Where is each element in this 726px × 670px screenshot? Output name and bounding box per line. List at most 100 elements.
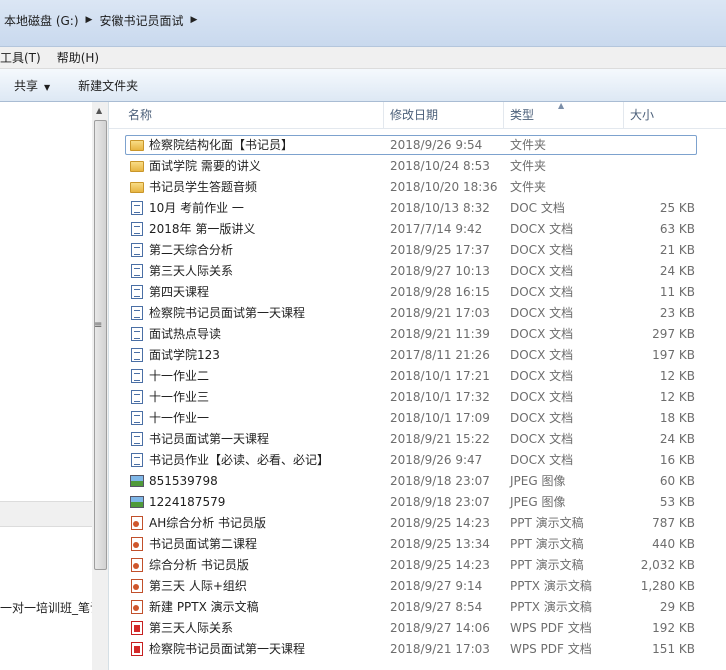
dropdown-arrow-icon: ▼ [44,82,51,92]
breadcrumb-drive[interactable]: 本地磁盘 (G:) [0,12,83,29]
file-row[interactable]: 851539798 2018/9/18 23:07 JPEG 图像 60 KB [109,471,726,492]
file-size: 297 KB [652,327,695,341]
file-name: 书记员面试第一天课程 [149,432,270,446]
nav-scrollbar[interactable]: ▲ ≡ [92,102,108,670]
column-date[interactable]: 修改日期 [384,102,504,128]
file-row[interactable]: 检察院结构化面【书记员】 2018/9/26 9:54 文件夹 [109,135,726,156]
file-row[interactable]: 10月 考前作业 一 2018/10/13 8:32 DOC 文档 25 KB [109,198,726,219]
file-row[interactable]: 综合分析 书记员版 2018/9/25 14:23 PPT 演示文稿 2,032 KB [109,555,726,576]
chevron-right-icon[interactable]: ▶ [83,15,96,25]
file-name: 1224187579 [149,495,226,509]
file-row[interactable]: 十一作业三 2018/10/1 17:32 DOCX 文档 12 KB [109,387,726,408]
file-size: 11 KB [659,285,695,299]
image-icon [130,474,146,490]
file-size: 12 KB [659,369,695,383]
file-date: 2018/9/26 9:54 [390,138,483,152]
file-date: 2018/9/27 10:13 [390,264,490,278]
command-bar: 共享 ▼ 新建文件夹 [0,69,726,102]
file-type: DOCX 文档 [510,222,574,236]
file-size: 29 KB [659,600,695,614]
address-bar[interactable]: 本地磁盘 (G:) ▶ 安徽书记员面试 ▶ [0,0,726,47]
file-type: 文件夹 [510,159,547,173]
file-row[interactable]: 书记员作业【必读、必看、必记】 2018/9/26 9:47 DOCX 文档 16 K… [109,450,726,471]
file-size: 25 KB [659,201,695,215]
file-row[interactable]: 新建 PPTX 演示文稿 2018/9/27 8:54 PPTX 演示文稿 29 KB [109,597,726,618]
folder-icon [130,180,146,196]
new-folder-button[interactable]: 新建文件夹 [64,77,152,94]
file-row[interactable]: 面试学院 需要的讲义 2018/10/24 8:53 文件夹 [109,156,726,177]
word-doc-icon [130,222,146,238]
file-row[interactable]: AH综合分析 书记员版 2018/9/25 14:23 PPT 演示文稿 787 KB [109,513,726,534]
file-size: 16 KB [659,453,695,467]
file-name: 十一作业三 [149,390,210,404]
file-name: 第三天 人际+组织 [149,579,247,593]
file-date: 2018/9/21 17:03 [390,306,490,320]
word-doc-icon [130,348,146,364]
ppt-icon [130,537,146,553]
sort-ascending-icon: ▲ [558,101,565,110]
file-row[interactable]: 第三天人际关系 2018/9/27 14:06 WPS PDF 文档 192 KB [109,618,726,639]
file-row[interactable]: 第三天人际关系 2018/9/27 10:13 DOCX 文档 24 KB [109,261,726,282]
file-name: 综合分析 书记员版 [149,558,249,572]
file-date: 2018/9/25 17:37 [390,243,490,257]
file-size: 151 KB [652,642,695,656]
word-doc-icon [130,411,146,427]
file-date: 2018/10/13 8:32 [390,201,490,215]
file-type: PPTX 演示文稿 [510,579,592,593]
file-date: 2018/9/25 14:23 [390,558,490,572]
word-doc-icon [130,369,146,385]
file-name: AH综合分析 书记员版 [149,516,267,530]
file-row[interactable]: 2018年 第一版讲义 2017/7/14 9:42 DOCX 文档 63 KB [109,219,726,240]
share-button[interactable]: 共享 ▼ [0,77,64,94]
file-type: DOCX 文档 [510,453,574,467]
nav-item[interactable]: 一对一培训班_笔试 [0,599,92,616]
file-name: 面试热点导读 [149,327,222,341]
word-doc-icon [130,306,146,322]
file-size: 787 KB [652,516,695,530]
file-row[interactable]: 检察院书记员面试第一天课程 2018/9/21 17:03 DOCX 文档 23 KB [109,303,726,324]
file-type: PPTX 演示文稿 [510,600,592,614]
file-row[interactable]: 第四天课程 2018/9/28 16:15 DOCX 文档 11 KB [109,282,726,303]
file-name: 851539798 [149,474,218,488]
file-row[interactable]: 十一作业二 2018/10/1 17:21 DOCX 文档 12 KB [109,366,726,387]
word-doc-icon [130,390,146,406]
chevron-right-icon[interactable]: ▶ [187,15,200,25]
column-size[interactable]: 大小 [624,102,704,128]
file-row[interactable]: 检察院书记员面试第一天课程 2018/9/21 17:03 WPS PDF 文档 15… [109,639,726,660]
word-doc-icon [130,201,146,217]
file-row[interactable]: 面试学院123 2017/8/11 21:26 DOCX 文档 197 KB [109,345,726,366]
file-type: 文件夹 [510,138,547,152]
menu-help[interactable]: 帮助(H) [57,49,107,66]
scrollbar-thumb[interactable] [94,120,107,570]
file-row[interactable]: 书记员面试第一天课程 2018/9/21 15:22 DOCX 文档 24 KB [109,429,726,450]
menu-tools[interactable]: 工具(T) [0,49,49,66]
breadcrumb: 本地磁盘 (G:) ▶ 安徽书记员面试 ▶ [0,8,726,32]
column-name[interactable]: 名称 [122,102,384,128]
file-type: DOCX 文档 [510,243,574,257]
file-row[interactable]: 第三天 人际+组织 2018/9/27 9:14 PPTX 演示文稿 1,280 KB [109,576,726,597]
pdf-icon [130,621,146,637]
file-row[interactable]: 书记员学生答题音频 2018/10/20 18:36 文件夹 [109,177,726,198]
file-name: 第三天人际关系 [149,264,234,278]
file-size: 23 KB [659,306,695,320]
file-size: 18 KB [659,411,695,425]
file-row[interactable]: 面试热点导读 2018/9/21 11:39 DOCX 文档 297 KB [109,324,726,345]
file-name: 第四天课程 [149,285,210,299]
image-icon [130,495,146,511]
word-doc-icon [130,285,146,301]
file-name: 书记员作业【必读、必看、必记】 [149,453,330,467]
file-row[interactable]: 1224187579 2018/9/18 23:07 JPEG 图像 53 KB [109,492,726,513]
pdf-icon [130,642,146,658]
scroll-up-icon[interactable]: ▲ [96,106,102,115]
file-size: 60 KB [659,474,695,488]
file-size: 192 KB [652,621,695,635]
file-row[interactable]: 书记员面试第二课程 2018/9/25 13:34 PPT 演示文稿 440 KB [109,534,726,555]
file-size: 12 KB [659,390,695,404]
file-name: 十一作业一 [149,411,210,425]
file-row[interactable]: 十一作业一 2018/10/1 17:09 DOCX 文档 18 KB [109,408,726,429]
file-size [625,156,695,177]
folder-icon [130,138,146,154]
breadcrumb-folder[interactable]: 安徽书记员面试 [95,12,187,29]
file-row[interactable]: 第二天综合分析 2018/9/25 17:37 DOCX 文档 21 KB [109,240,726,261]
file-type: PPT 演示文稿 [510,516,584,530]
